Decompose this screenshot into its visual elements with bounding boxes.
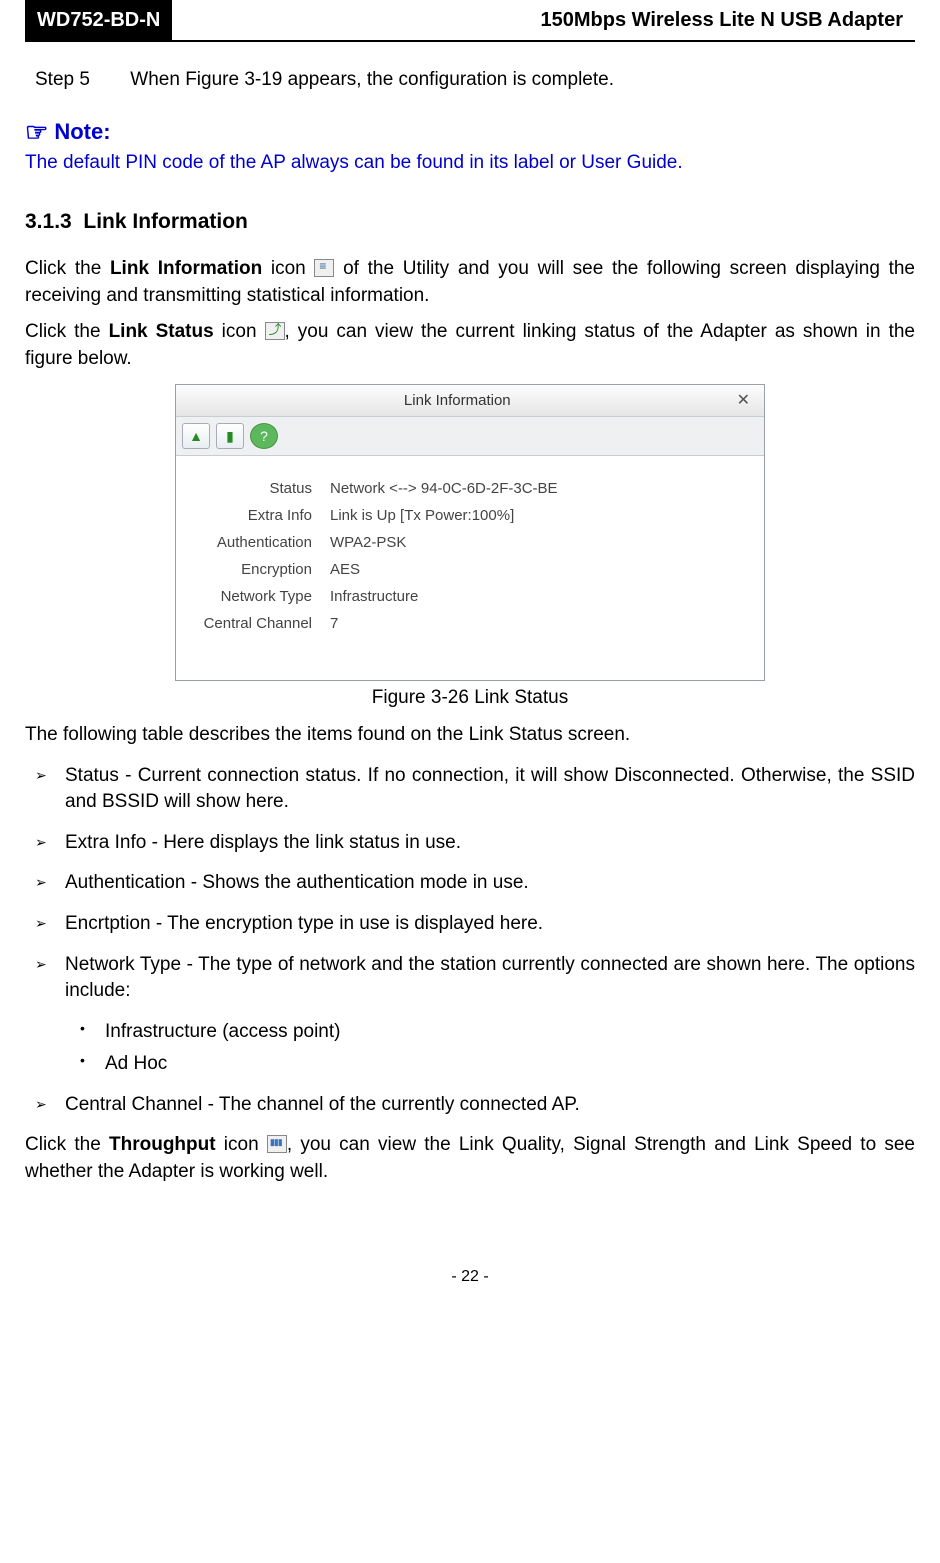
bold-span: Extra Info - — [65, 832, 163, 853]
link-status-icon — [265, 322, 285, 340]
row-status: StatusNetwork <--> 94-0C-6D-2F-3C-BE — [200, 478, 740, 499]
text-span: icon — [216, 1134, 267, 1155]
label-auth: Authentication — [200, 532, 330, 553]
paragraph-throughput: Click the Throughput icon , you can view… — [25, 1132, 915, 1185]
text-span: The channel of the currently connected A… — [219, 1094, 580, 1115]
bullet-icon: ➢ — [35, 952, 65, 1005]
table-intro: The following table describes the items … — [25, 722, 915, 749]
text-span: Ad Hoc — [105, 1051, 167, 1078]
model-badge: WD752-BD-N — [25, 0, 172, 40]
paragraph-link-status: Click the Link Status icon , you can vie… — [25, 319, 915, 372]
row-net: Network TypeInfrastructure — [200, 586, 740, 607]
value-extra: Link is Up [Tx Power:100%] — [330, 505, 740, 526]
list-item: ➢Authentication - Shows the authenticati… — [35, 870, 915, 897]
row-chan: Central Channel7 — [200, 613, 740, 634]
value-status: Network <--> 94-0C-6D-2F-3C-BE — [330, 478, 740, 499]
bullet-icon: ➢ — [35, 763, 65, 816]
bullet-icon: ➢ — [35, 830, 65, 857]
list-item: •Ad Hoc — [80, 1051, 915, 1078]
text-span: The encryption type in use is displayed … — [167, 913, 543, 934]
text-span: Click the — [25, 258, 110, 279]
sub-list: •Infrastructure (access point) •Ad Hoc — [80, 1019, 915, 1078]
bold-span: Authentication - — [65, 872, 202, 893]
list-item: •Infrastructure (access point) — [80, 1019, 915, 1046]
link-information-dialog: Link Information ✕ ▲ ▮ ? StatusNetwork <… — [175, 384, 765, 681]
page-number: - 22 - — [25, 1266, 915, 1288]
page-title: 150Mbps Wireless Lite N USB Adapter — [172, 0, 915, 40]
bullet-list-2: ➢Central Channel - The channel of the cu… — [35, 1092, 915, 1119]
bars-icon[interactable]: ▮ — [216, 423, 244, 449]
page-header: WD752-BD-N 150Mbps Wireless Lite N USB A… — [25, 0, 915, 42]
close-icon[interactable]: ✕ — [731, 390, 756, 412]
list-item: ➢Network Type - The type of network and … — [35, 952, 915, 1005]
dialog-titlebar: Link Information ✕ — [176, 385, 764, 417]
bold-span: Link Information — [110, 258, 262, 279]
bold-span: Throughput — [109, 1134, 216, 1155]
label-extra: Extra Info — [200, 505, 330, 526]
value-auth: WPA2-PSK — [330, 532, 740, 553]
text-span: icon — [262, 258, 314, 279]
section-heading: 3.1.3 Link Information — [25, 207, 915, 236]
dialog-title: Link Information — [184, 390, 731, 411]
label-enc: Encryption — [200, 559, 330, 580]
section-number: 3.1.3 — [25, 210, 72, 233]
value-net: Infrastructure — [330, 586, 740, 607]
bold-span: Status - — [65, 765, 138, 786]
page-content: Step 5 When Figure 3-19 appears, the con… — [0, 42, 940, 1313]
row-auth: AuthenticationWPA2-PSK — [200, 532, 740, 553]
bold-span: Central Channel - — [65, 1094, 219, 1115]
text-span: Here displays the link status in use. — [163, 832, 461, 853]
note-block: ☞Note: The default PIN code of the AP al… — [25, 114, 915, 177]
bullet-icon: ➢ — [35, 911, 65, 938]
text-span: Current connection status. If no connect… — [65, 765, 915, 813]
list-item: ➢Status - Current connection status. If … — [35, 763, 915, 816]
dialog-body: StatusNetwork <--> 94-0C-6D-2F-3C-BE Ext… — [176, 456, 764, 680]
label-status: Status — [200, 478, 330, 499]
list-item: ➢Central Channel - The channel of the cu… — [35, 1092, 915, 1119]
throughput-icon — [267, 1135, 287, 1153]
help-icon[interactable]: ? — [250, 423, 278, 449]
dialog-toolbar: ▲ ▮ ? — [176, 417, 764, 456]
paragraph-link-info: Click the Link Information icon of the U… — [25, 256, 915, 309]
text-span: Click the — [25, 321, 109, 342]
dot-icon: • — [80, 1019, 105, 1046]
text-span: Shows the authentication mode in use. — [202, 872, 528, 893]
step-text: When Figure 3-19 appears, the configurat… — [130, 69, 614, 90]
figure-link-status: Link Information ✕ ▲ ▮ ? StatusNetwork <… — [25, 384, 915, 681]
figure-caption: Figure 3-26 Link Status — [25, 685, 915, 712]
label-net: Network Type — [200, 586, 330, 607]
list-item: ➢Encrtption - The encryption type in use… — [35, 911, 915, 938]
text-span: icon — [214, 321, 265, 342]
text-span: Infrastructure (access point) — [105, 1019, 340, 1046]
row-enc: EncryptionAES — [200, 559, 740, 580]
note-body: The default PIN code of the AP always ca… — [25, 150, 915, 177]
note-title-text: Note: — [54, 119, 110, 144]
step-label: Step 5 — [35, 67, 125, 94]
bold-span: Encrtption - — [65, 913, 167, 934]
step-row: Step 5 When Figure 3-19 appears, the con… — [35, 67, 915, 94]
hand-icon: ☞ — [25, 117, 48, 147]
text-span: Click the — [25, 1134, 109, 1155]
bold-span: Link Status — [109, 321, 214, 342]
section-title: Link Information — [83, 210, 248, 233]
value-chan: 7 — [330, 613, 740, 634]
dot-icon: • — [80, 1051, 105, 1078]
signal-icon[interactable]: ▲ — [182, 423, 210, 449]
bold-span: Network Type - — [65, 954, 198, 975]
value-enc: AES — [330, 559, 740, 580]
link-information-icon — [314, 259, 334, 277]
bullet-list: ➢Status - Current connection status. If … — [35, 763, 915, 1005]
bullet-icon: ➢ — [35, 1092, 65, 1119]
note-title: ☞Note: — [25, 114, 915, 150]
bullet-icon: ➢ — [35, 870, 65, 897]
list-item: ➢Extra Info - Here displays the link sta… — [35, 830, 915, 857]
row-extra: Extra InfoLink is Up [Tx Power:100%] — [200, 505, 740, 526]
label-chan: Central Channel — [200, 613, 330, 634]
